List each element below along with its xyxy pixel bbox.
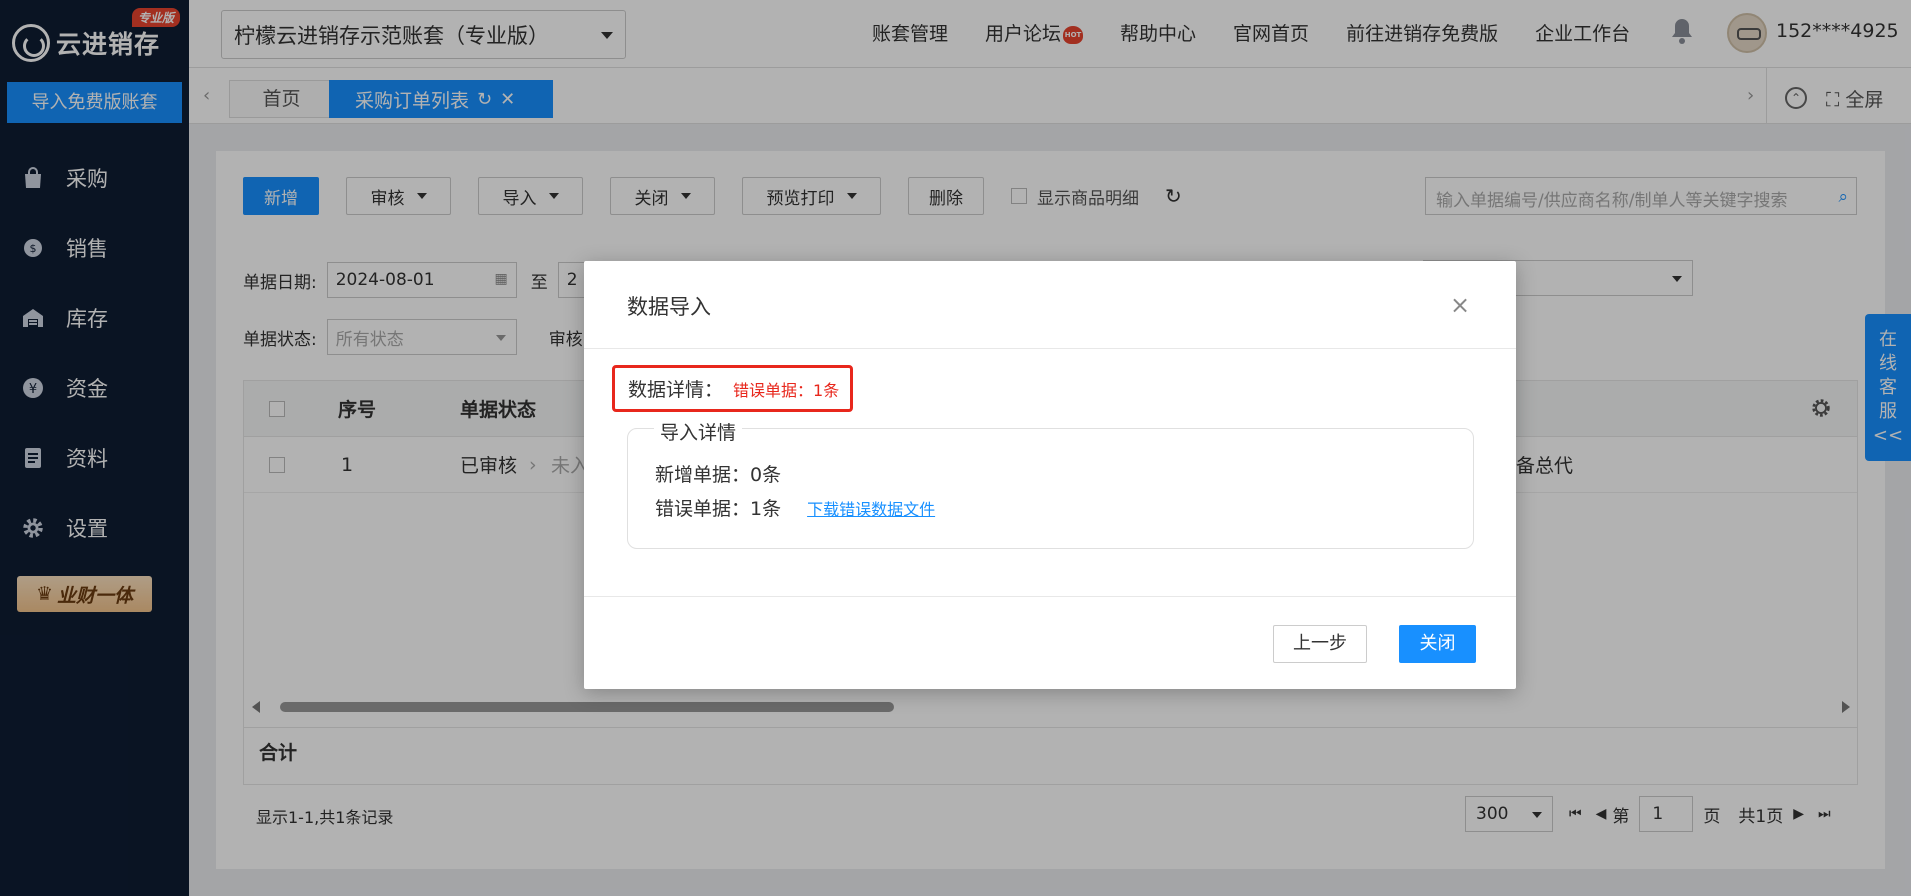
divider <box>584 596 1516 597</box>
data-import-dialog: 数据导入 × 数据详情： 错误单据：1条 导入详情 新增单据：0条 错误单据：1… <box>584 261 1516 689</box>
close-button[interactable]: 关闭 <box>1399 625 1476 663</box>
import-detail-legend: 导入详情 <box>654 418 743 445</box>
close-icon[interactable]: × <box>1450 293 1470 317</box>
error-docs-row: 错误单据：1条 下载错误数据文件 <box>655 494 935 521</box>
data-detail-highlight: 数据详情： 错误单据：1条 <box>612 365 853 412</box>
error-count-text: 错误单据：1条 <box>733 380 840 400</box>
data-detail-label: 数据详情： <box>628 379 724 401</box>
new-docs-count: 新增单据：0条 <box>655 464 782 486</box>
dialog-title: 数据导入 <box>627 295 711 319</box>
download-error-file-link[interactable]: 下载错误数据文件 <box>807 496 935 520</box>
previous-step-button[interactable]: 上一步 <box>1273 625 1367 663</box>
error-docs-count: 错误单据：1条 <box>655 498 782 520</box>
divider <box>584 348 1516 349</box>
import-detail-group: 导入详情 新增单据：0条 错误单据：1条 下载错误数据文件 <box>627 418 1474 549</box>
